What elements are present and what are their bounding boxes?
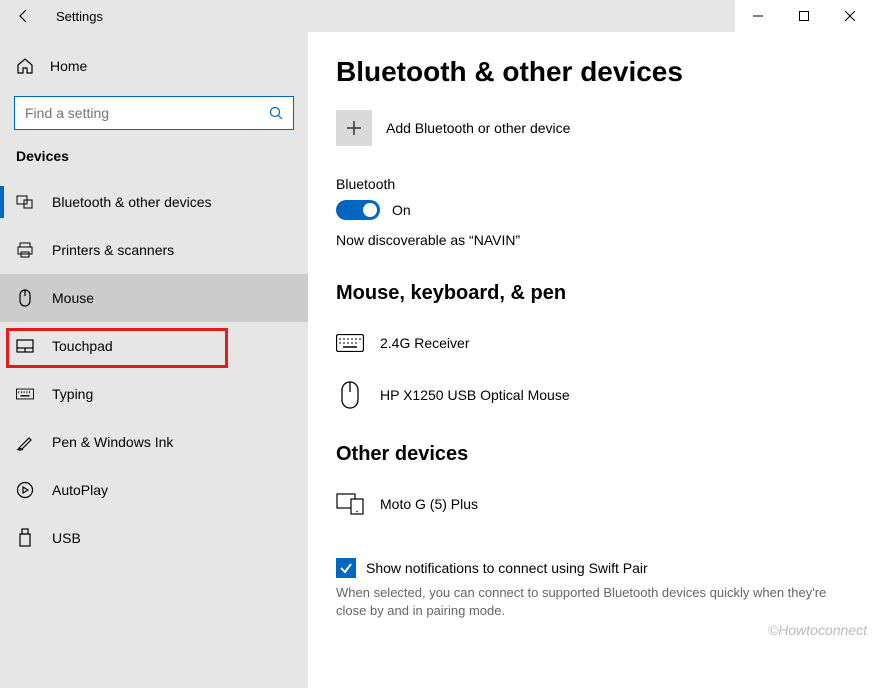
sidebar-item-autoplay[interactable]: AutoPlay xyxy=(0,466,308,514)
sidebar-category: Devices xyxy=(0,148,308,178)
page-title: Bluetooth & other devices xyxy=(336,56,845,88)
sidebar-home-label: Home xyxy=(50,58,87,74)
sidebar-item-label: USB xyxy=(52,530,81,546)
maximize-button[interactable] xyxy=(781,0,827,32)
usb-icon xyxy=(16,528,34,548)
device-item[interactable]: Moto G (5) Plus xyxy=(336,478,845,530)
device-name: Moto G (5) Plus xyxy=(380,496,478,512)
window-title: Settings xyxy=(48,9,103,24)
search-icon xyxy=(269,106,283,120)
pen-icon xyxy=(16,433,34,451)
sidebar-item-label: Bluetooth & other devices xyxy=(52,194,212,210)
sidebar-item-label: Mouse xyxy=(52,290,94,306)
swift-pair-checkbox[interactable] xyxy=(336,558,356,578)
sidebar-item-label: Pen & Windows Ink xyxy=(52,434,173,450)
add-device-button[interactable]: Add Bluetooth or other device xyxy=(336,110,845,146)
sidebar-item-label: Touchpad xyxy=(52,338,113,354)
device-name: HP X1250 USB Optical Mouse xyxy=(380,387,570,403)
sidebar: Home Devices Bluetooth & other devices xyxy=(0,32,308,688)
titlebar: Settings xyxy=(0,0,873,32)
content-pane: Bluetooth & other devices Add Bluetooth … xyxy=(308,32,873,688)
device-name: 2.4G Receiver xyxy=(380,335,469,351)
discoverable-text: Now discoverable as “NAVIN” xyxy=(336,232,845,248)
keyboard-icon xyxy=(336,334,364,352)
back-button[interactable] xyxy=(0,0,48,32)
sidebar-item-printers[interactable]: Printers & scanners xyxy=(0,226,308,274)
device-item[interactable]: HP X1250 USB Optical Mouse xyxy=(336,369,845,421)
sidebar-item-touchpad[interactable]: Touchpad xyxy=(0,322,308,370)
watermark: ©Howtoconnect xyxy=(768,622,867,638)
sidebar-item-label: Typing xyxy=(52,386,93,402)
sidebar-item-label: Printers & scanners xyxy=(52,242,174,258)
swift-pair-label: Show notifications to connect using Swif… xyxy=(366,560,648,576)
home-icon xyxy=(16,57,34,75)
sidebar-item-pen[interactable]: Pen & Windows Ink xyxy=(0,418,308,466)
swift-pair-helper: When selected, you can connect to suppor… xyxy=(336,584,836,620)
plus-icon xyxy=(336,110,372,146)
device-item[interactable]: 2.4G Receiver xyxy=(336,317,845,369)
autoplay-icon xyxy=(16,481,34,499)
section-mouse-keyboard: Mouse, keyboard, & pen xyxy=(336,282,845,305)
phone-tablet-icon xyxy=(336,493,364,515)
mouse-icon xyxy=(336,381,364,409)
keyboard-icon xyxy=(16,388,34,400)
mouse-icon xyxy=(16,289,34,307)
sidebar-item-mouse[interactable]: Mouse xyxy=(0,274,308,322)
sidebar-item-bluetooth[interactable]: Bluetooth & other devices xyxy=(0,178,308,226)
close-button[interactable] xyxy=(827,0,873,32)
sidebar-home[interactable]: Home xyxy=(0,46,308,86)
add-device-label: Add Bluetooth or other device xyxy=(386,120,570,136)
section-other-devices: Other devices xyxy=(336,443,845,466)
search-input[interactable] xyxy=(25,105,269,121)
sidebar-item-typing[interactable]: Typing xyxy=(0,370,308,418)
search-input-wrap[interactable] xyxy=(14,96,294,130)
touchpad-icon xyxy=(16,339,34,353)
bluetooth-toggle[interactable] xyxy=(336,200,380,220)
bluetooth-label: Bluetooth xyxy=(336,176,845,192)
sidebar-item-label: AutoPlay xyxy=(52,482,108,498)
bluetooth-state: On xyxy=(392,202,411,218)
sidebar-item-usb[interactable]: USB xyxy=(0,514,308,562)
printer-icon xyxy=(16,241,34,259)
minimize-button[interactable] xyxy=(735,0,781,32)
devices-icon xyxy=(16,193,34,211)
